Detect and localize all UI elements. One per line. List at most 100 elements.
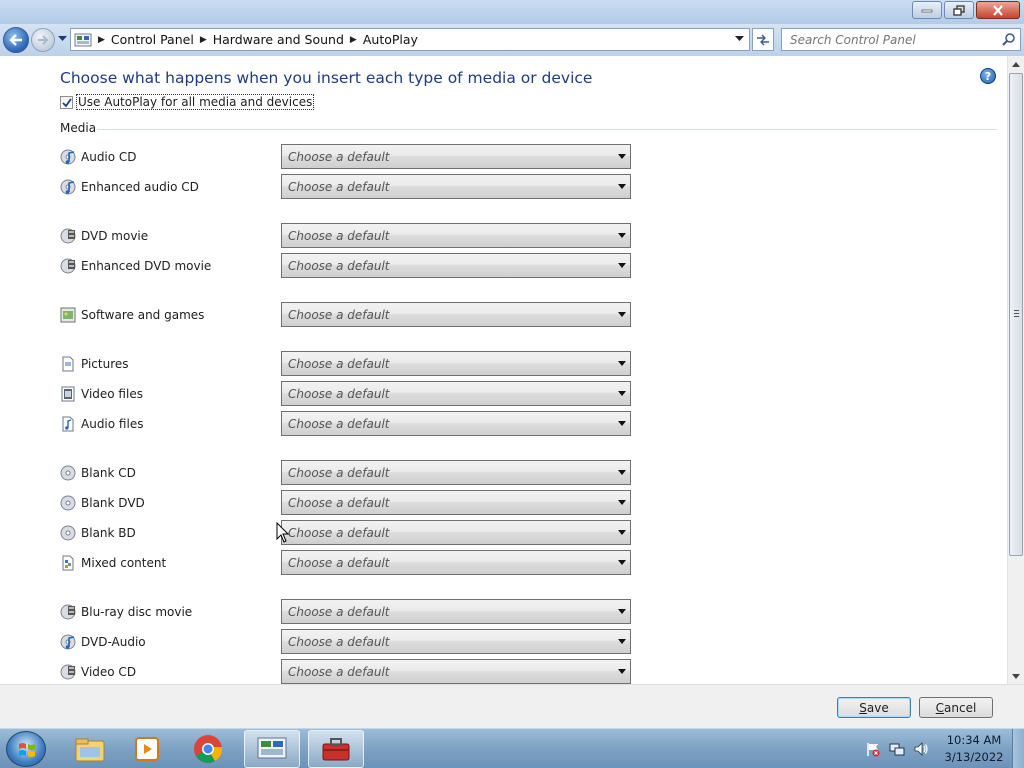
media-row-blank-bd: Blank BD [60, 522, 136, 544]
breadcrumb-hardware-sound[interactable]: Hardware and Sound [213, 32, 344, 47]
autoplay-toggle-row[interactable]: Use AutoPlay for all media and devices [60, 94, 315, 110]
taskbar-file-explorer[interactable] [62, 730, 118, 768]
scroll-down-button[interactable] [1008, 668, 1024, 684]
search-box[interactable] [781, 28, 1021, 51]
default-action-dropdown-dvd-audio[interactable]: Choose a default [281, 629, 631, 654]
default-action-dropdown-video-files[interactable]: Choose a default [281, 381, 631, 406]
chevron-down-icon [618, 312, 626, 317]
chevron-down-icon [618, 530, 626, 535]
default-action-dropdown-enhanced-dvd-movie[interactable]: Choose a default [281, 253, 631, 278]
blank-cd-icon [60, 465, 76, 481]
dropdown-value: Choose a default [288, 416, 390, 431]
windows-logo-icon [19, 743, 35, 757]
minimize-button[interactable] [912, 1, 942, 19]
dvd-movie-icon [60, 228, 76, 244]
media-label: Software and games [81, 308, 205, 322]
recent-pages-dropdown-icon[interactable] [58, 36, 67, 42]
blank-dvd-icon [60, 495, 76, 511]
address-bar[interactable]: ▶ Control Panel ▶ Hardware and Sound ▶ A… [70, 28, 750, 51]
minimize-icon [921, 9, 933, 13]
save-button[interactable]: Save [837, 697, 911, 718]
breadcrumb-separator-icon[interactable]: ▶ [350, 35, 357, 45]
breadcrumb-separator-icon[interactable]: ▶ [98, 35, 105, 45]
network-icon[interactable] [889, 741, 905, 757]
default-action-dropdown-video-cd[interactable]: Choose a default [281, 659, 631, 684]
taskbar-control-panel[interactable] [244, 730, 300, 768]
dropdown-value: Choose a default [288, 634, 390, 649]
default-action-dropdown-blank-dvd[interactable]: Choose a default [281, 490, 631, 515]
taskbar-chrome[interactable] [180, 730, 236, 768]
default-action-dropdown-audio-files[interactable]: Choose a default [281, 411, 631, 436]
start-button[interactable] [6, 731, 46, 767]
default-action-dropdown-enhanced-audio-cd[interactable]: Choose a default [281, 174, 631, 199]
autoplay-checkbox[interactable] [60, 95, 73, 109]
breadcrumb-control-panel[interactable]: Control Panel [111, 32, 194, 47]
dropdown-value: Choose a default [288, 525, 390, 540]
show-desktop-button[interactable] [1012, 729, 1024, 768]
chevron-down-icon [618, 184, 626, 189]
taskbar-toolbox[interactable] [308, 730, 364, 768]
forward-arrow-icon [38, 35, 49, 45]
blank-bd-icon [60, 525, 76, 541]
media-group-label: Media [60, 121, 97, 135]
default-action-dropdown-blank-bd[interactable]: Choose a default [281, 520, 631, 545]
media-row-enhanced-audio-cd: Enhanced audio CD [60, 176, 199, 198]
media-label: Enhanced audio CD [81, 180, 199, 194]
content-pane: Choose what happens when you insert each… [0, 56, 1024, 684]
toolbox-icon [322, 738, 350, 761]
default-action-dropdown-mixed-content[interactable]: Choose a default [281, 550, 631, 575]
close-button[interactable] [976, 1, 1020, 19]
window-controls [912, 1, 1020, 19]
scroll-up-button[interactable] [1008, 56, 1024, 72]
chevron-down-icon [618, 154, 626, 159]
dropdown-value: Choose a default [288, 664, 390, 679]
action-center-flag-icon[interactable] [865, 741, 881, 757]
media-row-dvd-movie: DVD movie [60, 225, 148, 247]
default-action-dropdown-software-and-games[interactable]: Choose a default [281, 302, 631, 327]
vertical-scrollbar[interactable] [1007, 56, 1024, 684]
restore-icon [953, 4, 965, 16]
forward-button[interactable] [31, 28, 55, 52]
breadcrumb-autoplay[interactable]: AutoPlay [363, 32, 418, 47]
software-games-icon [60, 307, 76, 323]
navigation-bar: ▶ Control Panel ▶ Hardware and Sound ▶ A… [0, 24, 1024, 56]
back-button[interactable] [3, 27, 29, 53]
dropdown-value: Choose a default [288, 356, 390, 371]
default-action-dropdown-blu-ray-disc-movie[interactable]: Choose a default [281, 599, 631, 624]
restore-button[interactable] [944, 1, 974, 19]
search-icon[interactable] [1002, 32, 1016, 46]
checkmark-icon [62, 97, 72, 107]
action-bar: Save Cancel [0, 684, 1024, 728]
system-clock[interactable]: 10:34 AM 3/13/2022 [944, 732, 1004, 766]
default-action-dropdown-audio-cd[interactable]: Choose a default [281, 144, 631, 169]
default-action-dropdown-blank-cd[interactable]: Choose a default [281, 460, 631, 485]
address-history-dropdown-icon[interactable] [735, 36, 744, 42]
group-divider [97, 129, 997, 130]
autoplay-checkbox-label[interactable]: Use AutoPlay for all media and devices [76, 94, 315, 110]
scrollbar-thumb[interactable] [1009, 73, 1023, 556]
cancel-button[interactable]: Cancel [919, 697, 993, 718]
clock-date: 3/13/2022 [944, 750, 1004, 764]
video-files-icon [61, 386, 75, 402]
page-title: Choose what happens when you insert each… [60, 69, 593, 87]
control-panel-icon [74, 33, 92, 46]
media-row-software-and-games: Software and games [60, 304, 204, 326]
dropdown-value: Choose a default [288, 228, 390, 243]
search-input[interactable] [790, 32, 990, 47]
system-tray [865, 729, 929, 768]
dvd-audio-icon [60, 634, 76, 650]
breadcrumb-separator-icon[interactable]: ▶ [200, 35, 207, 45]
help-icon[interactable]: ? [980, 68, 996, 84]
volume-icon[interactable] [913, 741, 929, 757]
default-action-dropdown-pictures[interactable]: Choose a default [281, 351, 631, 376]
file-explorer-icon [75, 738, 105, 762]
taskbar-media-player[interactable] [120, 730, 176, 768]
refresh-button[interactable] [752, 28, 774, 51]
enhanced-audio-cd-icon [60, 179, 76, 195]
default-action-dropdown-dvd-movie[interactable]: Choose a default [281, 223, 631, 248]
dropdown-value: Choose a default [288, 495, 390, 510]
media-row-dvd-audio: DVD-Audio [60, 631, 146, 653]
dropdown-value: Choose a default [288, 604, 390, 619]
media-label: Enhanced DVD movie [81, 259, 212, 273]
refresh-icon [757, 34, 769, 45]
